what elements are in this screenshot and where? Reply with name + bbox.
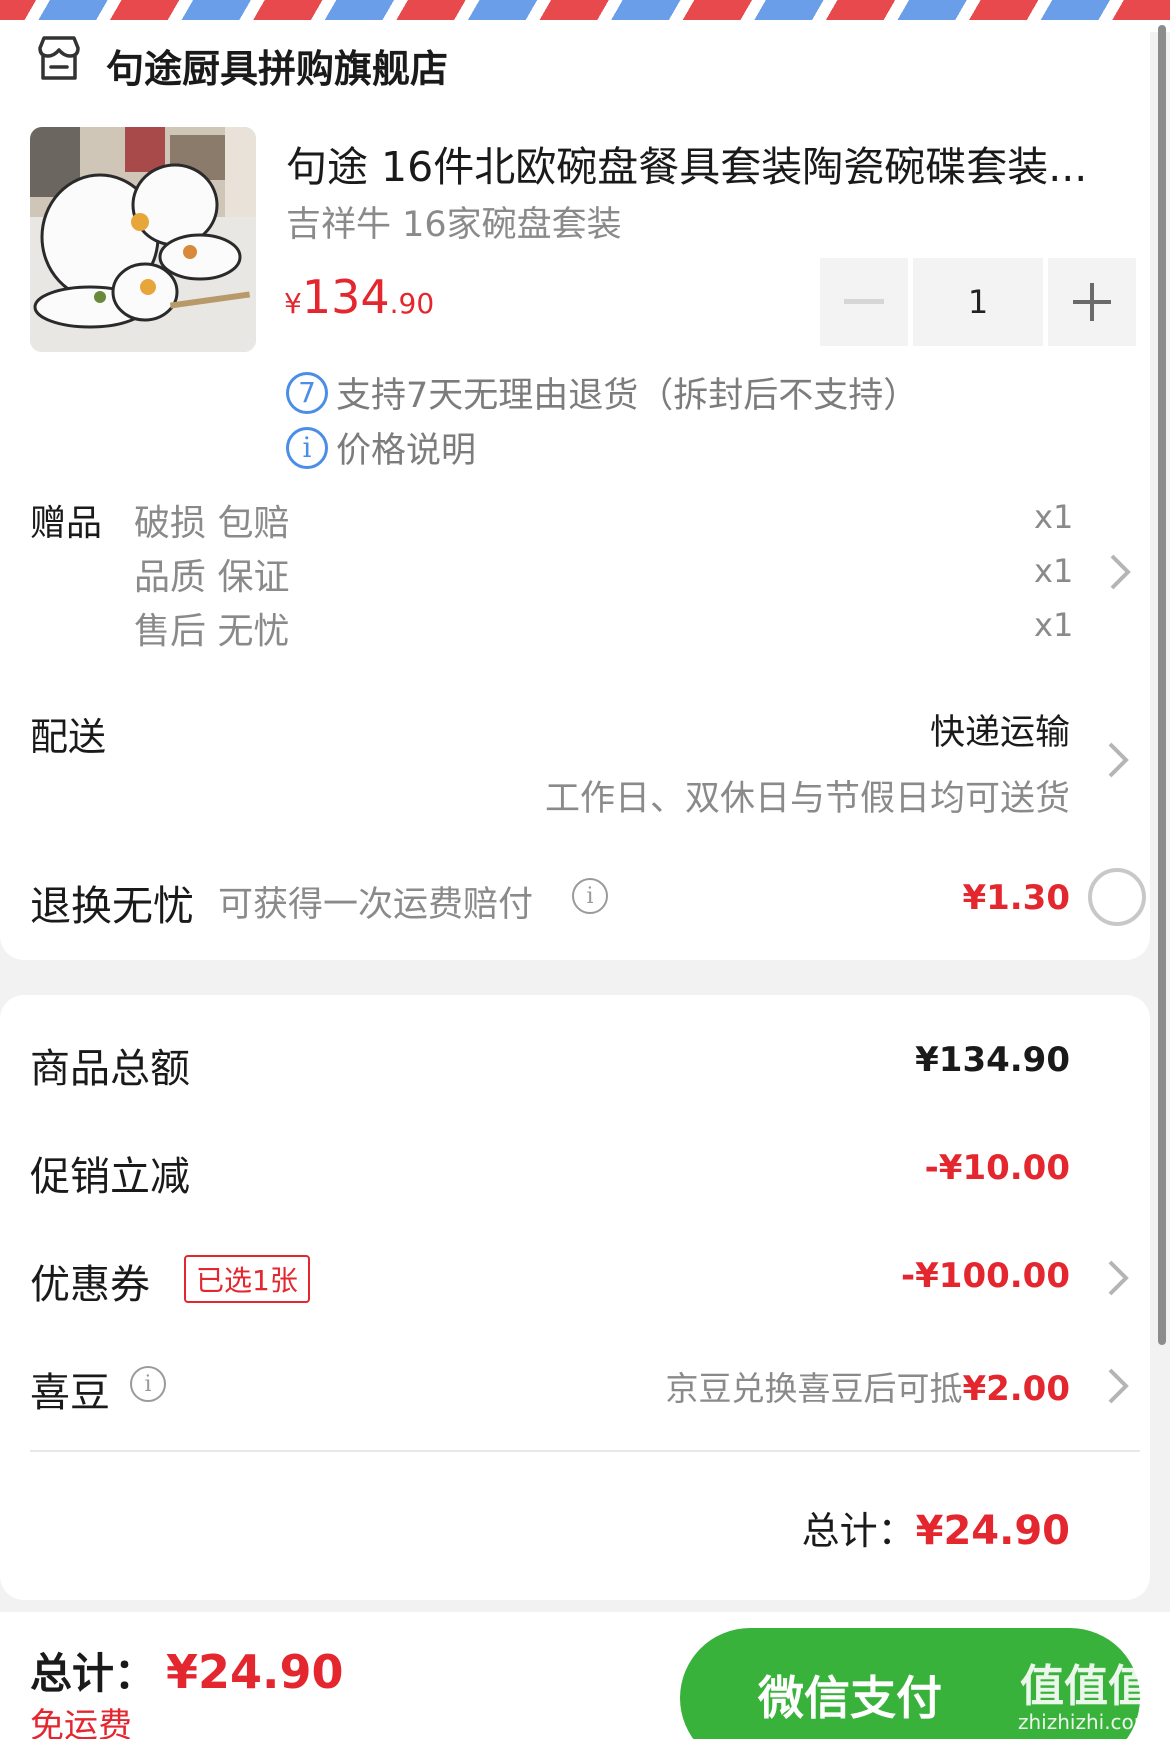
chevron-right-icon[interactable] [1108, 552, 1132, 592]
return-insurance-desc: 可获得一次运费赔付 [218, 885, 534, 925]
product-price: ¥134.90 [284, 270, 434, 324]
return-insurance-radio[interactable] [1088, 868, 1146, 926]
delivery-method[interactable]: 快递运输 [930, 704, 1070, 755]
footer-total-amount: ¥24.90 [166, 1645, 344, 1699]
watermark-logo: 值值值 [1020, 1661, 1152, 1712]
chevron-right-icon[interactable] [1106, 1366, 1130, 1406]
increase-button[interactable] [1048, 258, 1136, 346]
seven-day-icon: 7 [286, 371, 328, 414]
promo-amount: -¥10.00 [924, 1148, 1070, 1188]
price-decimal: .90 [389, 287, 435, 320]
summary-total-label: 总计： [801, 1509, 916, 1553]
coupon-amount[interactable]: -¥100.00 [901, 1256, 1070, 1296]
beans-label: 喜豆 [30, 1370, 110, 1416]
quantity-value[interactable]: 1 [913, 258, 1043, 346]
return-policy-text: 支持7天无理由退货（拆封后不支持） [336, 376, 919, 416]
scrollbar[interactable] [1158, 25, 1166, 1345]
gift-item: 破损 包赔 [134, 503, 290, 544]
quantity-stepper: 1 [820, 258, 1136, 346]
store-name[interactable]: 句途厨具拼购旗舰店 [106, 38, 448, 93]
chevron-right-icon[interactable] [1106, 740, 1130, 780]
price-integer: 134 [301, 270, 390, 324]
return-insurance-label: 退换无忧 [30, 882, 194, 930]
beans-row[interactable]: 京豆兑换喜豆后可抵¥2.00 [665, 1362, 1070, 1410]
plus-icon [1073, 283, 1111, 321]
footer-total: 总计： ¥24.90 [30, 1640, 344, 1701]
info-icon[interactable]: i [572, 878, 608, 914]
gift-qty: x1 [1034, 606, 1074, 644]
info-icon: i [286, 426, 328, 469]
summary-total-amount: ¥24.90 [915, 1508, 1070, 1554]
coupon-label: 优惠券 [30, 1262, 150, 1308]
pay-button-label: 微信支付 [758, 1671, 942, 1725]
beans-amount: ¥2.00 [962, 1369, 1070, 1409]
price-note[interactable]: i 价格说明 [286, 422, 476, 473]
return-insurance-price: ¥1.30 [962, 878, 1070, 918]
watermark-url: zhizhizhi.com [1018, 1710, 1154, 1734]
price-note-text: 价格说明 [336, 431, 477, 471]
store-icon [38, 36, 80, 80]
return-policy: 7 支持7天无理由退货（拆封后不支持） [286, 367, 918, 418]
free-shipping-label: 免运费 [30, 1706, 132, 1739]
price-symbol: ¥ [284, 287, 302, 320]
gift-qty: x1 [1034, 498, 1074, 536]
info-icon[interactable]: i [130, 1366, 166, 1402]
decrease-button[interactable] [820, 258, 908, 346]
gift-item: 品质 保证 [134, 557, 290, 598]
delivery-label: 配送 [30, 715, 107, 759]
gift-item: 售后 无忧 [134, 611, 290, 652]
product-image[interactable] [30, 127, 256, 352]
minus-icon [844, 299, 884, 304]
footer-total-label: 总计： [30, 1649, 157, 1698]
beans-desc: 京豆兑换喜豆后可抵 [665, 1369, 963, 1408]
divider [30, 1450, 1140, 1452]
coupon-selected-badge[interactable]: 已选1张 [184, 1255, 310, 1303]
chevron-right-icon[interactable] [1106, 1258, 1130, 1298]
goods-total-label: 商品总额 [30, 1046, 190, 1092]
product-title[interactable]: 句途 16件北欧碗盘餐具套装陶瓷碗碟套装... [286, 133, 1106, 193]
summary-total: 总计： ¥24.90 [802, 1500, 1070, 1555]
delivery-note: 工作日、双休日与节假日均可送货 [544, 779, 1070, 819]
gift-qty: x1 [1034, 552, 1074, 590]
gifts-label: 赠品 [30, 503, 103, 544]
promo-label: 促销立减 [30, 1154, 190, 1200]
product-spec[interactable]: 吉祥牛 16家碗盘套装 [286, 196, 622, 247]
goods-total: ¥134.90 [915, 1040, 1070, 1080]
